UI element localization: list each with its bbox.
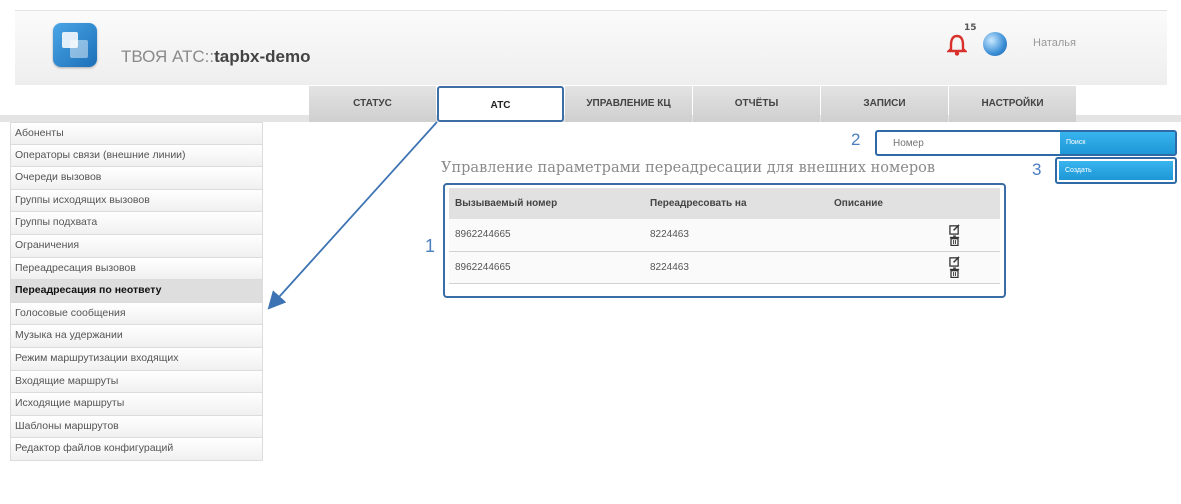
forwarding-table: Вызываемый номер Переадресовать на Описа… bbox=[449, 188, 1000, 284]
search-input[interactable] bbox=[881, 134, 1057, 152]
globe-icon[interactable] bbox=[983, 32, 1007, 56]
description-cell bbox=[828, 251, 928, 284]
forward-to-cell: 8224463 bbox=[644, 251, 828, 284]
table-row: 8962244665 8224463 bbox=[449, 219, 1000, 252]
edit-icon[interactable] bbox=[949, 256, 960, 267]
column-header-description: Описание bbox=[828, 188, 928, 219]
tab-status[interactable]: СТАТУС bbox=[309, 86, 436, 122]
sidebar-item-restrictions[interactable]: Ограничения bbox=[10, 234, 263, 258]
annotation-marker-3: 3 bbox=[1032, 160, 1042, 179]
delete-icon[interactable] bbox=[949, 235, 960, 246]
sidebar-item-carriers[interactable]: Операторы связи (внешние линии) bbox=[10, 144, 263, 168]
main-tabs: СТАТУС АТС УПРАВЛЕНИЕ КЦ ОТЧЁТЫ ЗАПИСИ Н… bbox=[309, 86, 1077, 122]
description-cell bbox=[828, 219, 928, 252]
delete-icon[interactable] bbox=[949, 267, 960, 278]
user-name[interactable]: Наталья bbox=[1033, 37, 1076, 49]
actions-cell bbox=[928, 219, 1000, 252]
forwarding-table-frame: Вызываемый номер Переадресовать на Описа… bbox=[443, 183, 1006, 298]
sidebar-item-hold-music[interactable]: Музыка на удержании bbox=[10, 325, 263, 348]
sidebar-item-config-editor[interactable]: Редактор файлов конфигураций bbox=[10, 438, 263, 461]
sidebar-item-pickup-groups[interactable]: Группы подхвата bbox=[10, 212, 263, 235]
app-title-name: tapbx-demo bbox=[214, 47, 311, 66]
sidebar-item-call-queues[interactable]: Очереди вызовов bbox=[10, 167, 263, 190]
column-header-forward-to: Переадресовать на bbox=[644, 188, 828, 219]
bell-icon[interactable] bbox=[947, 33, 967, 57]
column-header-called-number: Вызываемый номер bbox=[449, 188, 644, 219]
page: ТВОЯ АТС::tapbx-demo 15 Наталья СТАТУС А… bbox=[0, 0, 1181, 504]
tab-call-center[interactable]: УПРАВЛЕНИЕ КЦ bbox=[565, 86, 692, 122]
create-button-frame: Создать bbox=[1055, 157, 1177, 184]
app-logo[interactable] bbox=[53, 23, 97, 67]
sidebar-item-no-answer-forwarding[interactable]: Переадресация по неответу bbox=[10, 280, 263, 303]
sidebar-item-route-templates[interactable]: Шаблоны маршрутов bbox=[10, 415, 263, 439]
tab-records[interactable]: ЗАПИСИ bbox=[821, 86, 948, 122]
table-header-row: Вызываемый номер Переадресовать на Описа… bbox=[449, 188, 1000, 219]
annotation-marker-1: 1 bbox=[425, 236, 436, 256]
called-number-cell: 8962244665 bbox=[449, 219, 644, 252]
create-button[interactable]: Создать bbox=[1059, 161, 1173, 180]
tab-ats[interactable]: АТС bbox=[437, 86, 564, 122]
search-bar: Поиск bbox=[875, 130, 1177, 156]
sidebar-item-subscribers[interactable]: Абоненты bbox=[10, 122, 263, 145]
sidebar-item-voice-messages[interactable]: Голосовые сообщения bbox=[10, 302, 263, 326]
sidebar-item-inbound-routes[interactable]: Входящие маршруты bbox=[10, 370, 263, 394]
forward-to-cell: 8224463 bbox=[644, 219, 828, 252]
sidebar-item-outbound-groups[interactable]: Группы исходящих вызовов bbox=[10, 189, 263, 213]
page-title: Управление параметрами переадресации для… bbox=[441, 160, 936, 176]
app-title-prefix: ТВОЯ АТС:: bbox=[121, 47, 215, 66]
annotation-marker-2: 2 bbox=[851, 130, 861, 149]
sidebar-item-inbound-routing-mode[interactable]: Режим маршрутизации входящих bbox=[10, 347, 263, 371]
search-button[interactable]: Поиск bbox=[1060, 132, 1175, 154]
table-row: 8962244665 8224463 bbox=[449, 251, 1000, 284]
sidebar-item-call-forwarding[interactable]: Переадресация вызовов bbox=[10, 257, 263, 281]
sidebar: Абоненты Операторы связи (внешние линии)… bbox=[10, 122, 263, 461]
sidebar-item-outbound-routes[interactable]: Исходящие маршруты bbox=[10, 393, 263, 416]
tab-reports[interactable]: ОТЧЁТЫ bbox=[693, 86, 820, 122]
called-number-cell: 8962244665 bbox=[449, 251, 644, 284]
app-title: ТВОЯ АТС::tapbx-demo bbox=[121, 47, 310, 67]
notification-count-badge: 15 bbox=[964, 23, 977, 33]
edit-icon[interactable] bbox=[949, 224, 960, 235]
actions-cell bbox=[928, 251, 1000, 284]
tab-settings[interactable]: НАСТРОЙКИ bbox=[949, 86, 1076, 122]
header: ТВОЯ АТС::tapbx-demo 15 Наталья bbox=[15, 10, 1167, 85]
column-header-actions bbox=[928, 188, 1000, 219]
